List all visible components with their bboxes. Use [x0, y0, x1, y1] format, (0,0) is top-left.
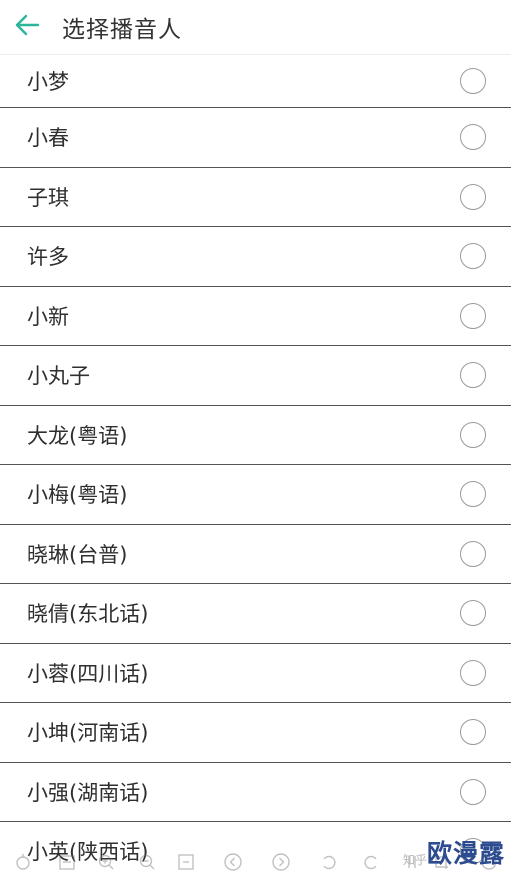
minus-icon[interactable] [56, 851, 78, 873]
rotate-icon[interactable] [12, 851, 34, 873]
radio-button[interactable] [460, 540, 486, 567]
speaker-row[interactable]: 小坤(河南话) [0, 703, 511, 763]
speaker-name: 晓琳(台普) [27, 542, 128, 567]
radio-button[interactable] [460, 183, 486, 210]
speaker-name: 许多 [27, 245, 69, 270]
app-screen: 选择播音人 小梦小春子琪许多小新小丸子大龙(粤语) 小梅(粤语) 晓琳(台普) 晓倩(… [0, 0, 511, 874]
top-app-bar: 选择播音人 [0, 0, 511, 55]
back-button[interactable] [2, 0, 52, 54]
speaker-row[interactable]: 大龙(粤语) [0, 406, 511, 465]
speaker-name: 小新 [27, 304, 69, 329]
undo-icon[interactable] [318, 851, 340, 873]
zhihu-watermark: 知乎 [402, 853, 427, 867]
speaker-row[interactable]: 小新 [0, 287, 511, 346]
page-title: 选择播音人 [62, 17, 182, 43]
speaker-name: 小强(湖南话) [27, 780, 149, 805]
speaker-row[interactable]: 晓琳(台普) [0, 525, 511, 584]
speaker-row[interactable]: 小强(湖南话) [0, 763, 511, 822]
speaker-row[interactable]: 小梦 [0, 54, 511, 108]
next-icon[interactable] [270, 851, 292, 873]
speaker-name: 大龙(粤语) [27, 423, 128, 448]
radio-button[interactable] [460, 719, 486, 746]
redo-icon[interactable] [360, 851, 382, 873]
speaker-name: 小梦 [27, 69, 69, 94]
radio-button[interactable] [460, 481, 486, 508]
radio-button[interactable] [460, 659, 486, 686]
speaker-list: 小梦小春子琪许多小新小丸子大龙(粤语) 小梅(粤语) 晓琳(台普) 晓倩(东北话) 小蓉… [0, 54, 511, 874]
speaker-row[interactable]: 小春 [0, 108, 511, 168]
speaker-row[interactable]: 许多 [0, 227, 511, 287]
fit-icon[interactable] [175, 851, 197, 873]
speaker-row[interactable]: 小梅(粤语) [0, 465, 511, 525]
radio-button[interactable] [460, 778, 486, 805]
speaker-name: 小坤(河南话) [27, 721, 149, 746]
speaker-name: 小春 [27, 126, 69, 151]
speaker-name: 小丸子 [27, 364, 90, 389]
speaker-row[interactable]: 子琪 [0, 168, 511, 227]
speaker-name: 子琪 [27, 185, 69, 210]
zoom-in-icon[interactable] [95, 851, 117, 873]
speaker-row[interactable]: 小丸子 [0, 346, 511, 406]
zoom-out-icon[interactable] [136, 851, 158, 873]
back-arrow-icon [14, 14, 40, 40]
speaker-row[interactable]: 晓倩(东北话) [0, 584, 511, 644]
radio-button[interactable] [460, 67, 486, 94]
radio-button[interactable] [460, 600, 486, 627]
speaker-name: 小梅(粤语) [27, 483, 128, 508]
radio-button[interactable] [460, 302, 486, 329]
radio-button[interactable] [460, 124, 486, 151]
speaker-name: 晓倩(东北话) [27, 602, 149, 627]
speaker-name: 小蓉(四川话) [27, 661, 149, 686]
speaker-row[interactable]: 小蓉(四川话) [0, 644, 511, 703]
brand-watermark: 欧漫露 [426, 839, 505, 868]
radio-button[interactable] [460, 421, 486, 448]
radio-button[interactable] [460, 362, 486, 389]
prev-icon[interactable] [222, 851, 244, 873]
radio-button[interactable] [460, 243, 486, 270]
